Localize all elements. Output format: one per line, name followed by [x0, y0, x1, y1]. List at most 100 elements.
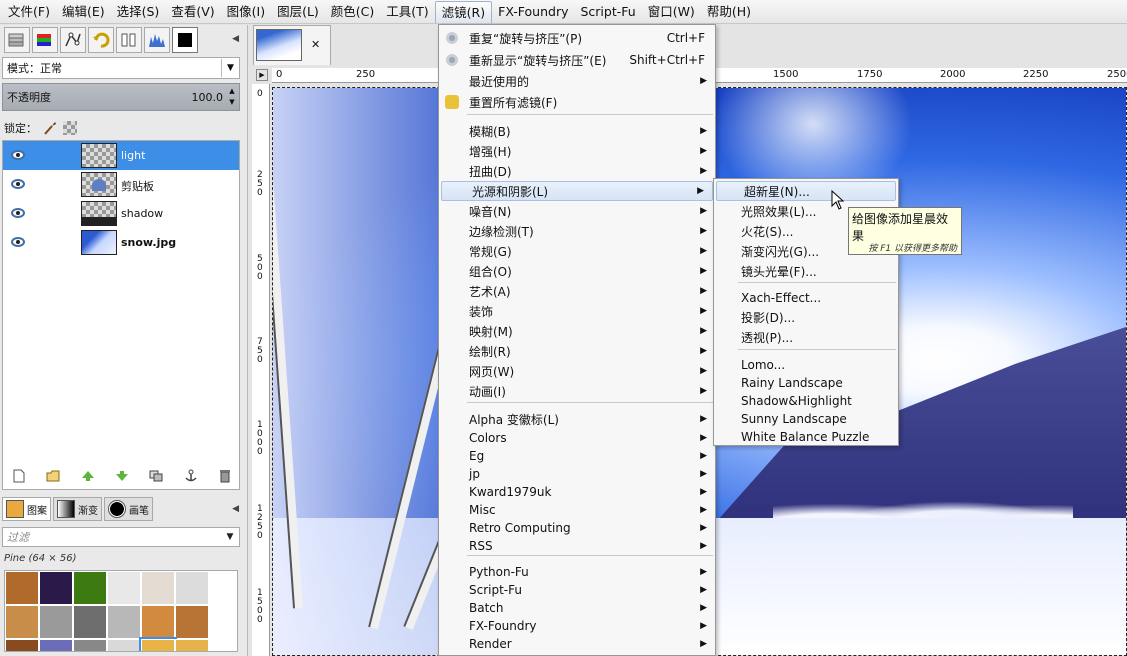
filters-menu-item[interactable]: 装饰 ▶ — [439, 301, 715, 321]
menu-select[interactable]: 选择(S) — [111, 1, 166, 23]
filters-menu-item[interactable]: 噪音(N) ▶ — [439, 201, 715, 221]
pattern-swatch[interactable] — [39, 605, 73, 639]
filters-menu-item[interactable]: 模糊(B) ▶ — [439, 121, 715, 141]
brush-icon[interactable] — [43, 121, 57, 135]
menu-fx-foundry[interactable]: FX-Foundry — [492, 1, 574, 23]
anchor-icon[interactable] — [184, 469, 198, 483]
quick-mask-icon[interactable]: ▶ — [256, 69, 268, 81]
layer-row[interactable]: snow.jpg — [3, 228, 239, 257]
submenu-item[interactable]: 镜头光晕(F)... — [714, 261, 898, 281]
menu-layer[interactable]: 图层(L) — [271, 1, 325, 23]
close-icon[interactable]: ✕ — [311, 38, 320, 51]
tool-options-tab-icon[interactable] — [116, 27, 142, 53]
image-tab[interactable]: ✕ — [253, 25, 331, 65]
filters-menu-item[interactable]: FX-Foundry ▶ — [439, 616, 715, 636]
filters-menu-item[interactable]: 组合(O) ▶ — [439, 261, 715, 281]
pattern-swatch[interactable] — [73, 639, 107, 651]
pattern-swatch[interactable] — [107, 639, 141, 651]
layer-row[interactable]: shadow — [3, 199, 239, 228]
menu-windows[interactable]: 窗口(W) — [642, 1, 701, 23]
histogram-tab-icon[interactable] — [144, 27, 170, 53]
tab-patterns[interactable]: 图案 — [2, 497, 51, 521]
pattern-swatch[interactable] — [107, 605, 141, 639]
filters-menu-item[interactable]: Kward1979uk ▶ — [439, 482, 715, 502]
eye-icon[interactable] — [11, 179, 25, 189]
eye-icon[interactable] — [11, 237, 25, 247]
filters-menu-item[interactable]: 映射(M) ▶ — [439, 321, 715, 341]
pattern-swatch[interactable] — [5, 571, 39, 605]
duplicate-layer-icon[interactable] — [149, 469, 163, 483]
filters-menu-item[interactable]: Retro Computing ▶ — [439, 518, 715, 538]
filters-menu-item[interactable]: 艺术(A) ▶ — [439, 281, 715, 301]
filters-menu-item[interactable]: 扭曲(D) ▶ — [439, 161, 715, 181]
filters-menu-item[interactable]: 重复“旋转与挤压”(P) Ctrl+F — [439, 28, 715, 48]
filters-menu-item[interactable]: 边缘检测(T) ▶ — [439, 221, 715, 241]
new-group-icon[interactable] — [46, 469, 60, 483]
colors-tab-icon[interactable] — [172, 27, 198, 53]
submenu-item[interactable]: White Balance Puzzle — [714, 427, 898, 447]
submenu-item[interactable]: Shadow&Highlight — [714, 391, 898, 411]
filters-menu-item[interactable]: Python-Fu ▶ — [439, 562, 715, 582]
menu-file[interactable]: 文件(F) — [2, 1, 56, 23]
tab-gradients[interactable]: 渐变 — [53, 497, 102, 521]
filters-menu-item[interactable]: Misc ▶ — [439, 500, 715, 520]
menu-image[interactable]: 图像(I) — [221, 1, 271, 23]
filters-menu-item[interactable]: Colors ▶ — [439, 428, 715, 448]
pattern-swatch[interactable] — [39, 639, 73, 651]
pattern-swatch[interactable] — [175, 571, 209, 605]
filters-menu-item[interactable]: Batch ▶ — [439, 598, 715, 618]
filters-menu-item[interactable]: Eg ▶ — [439, 446, 715, 466]
lock-alpha-icon[interactable] — [63, 121, 77, 135]
opacity-slider[interactable]: 不透明度 100.0 ▲ ▼ — [2, 83, 240, 111]
filters-menu-item[interactable]: 重置所有滤镜(F) — [439, 92, 715, 112]
layer-row[interactable]: 剪贴板 — [3, 170, 239, 199]
submenu-item[interactable]: Sunny Landscape — [714, 409, 898, 429]
pattern-swatch[interactable] — [39, 571, 73, 605]
menu-colors[interactable]: 颜色(C) — [325, 1, 380, 23]
submenu-item[interactable]: 投影(D)... — [714, 307, 898, 327]
layers-tab-icon[interactable] — [4, 27, 30, 53]
submenu-item[interactable]: Xach-Effect... — [714, 288, 898, 308]
filters-menu-item[interactable]: 绘制(R) ▶ — [439, 341, 715, 361]
dock-menu-icon[interactable]: ◀ — [232, 504, 239, 514]
raise-layer-icon[interactable] — [81, 469, 95, 483]
submenu-item[interactable]: Lomo... — [714, 355, 898, 375]
filters-menu-item[interactable]: 常规(G) ▶ — [439, 241, 715, 261]
menu-tools[interactable]: 工具(T) — [380, 1, 434, 23]
tab-brushes[interactable]: 画笔 — [104, 497, 153, 521]
submenu-item[interactable]: 超新星(N)... — [716, 181, 896, 201]
filters-menu-item[interactable]: Alpha 变徽标(L) ▶ — [439, 409, 715, 429]
filters-menu-item[interactable]: RSS ▶ — [439, 536, 715, 556]
filters-menu-item[interactable]: jp ▶ — [439, 464, 715, 484]
filters-menu-item[interactable]: 动画(I) ▶ — [439, 381, 715, 401]
new-layer-icon[interactable] — [12, 469, 26, 483]
filters-menu-item[interactable]: 网页(W) ▶ — [439, 361, 715, 381]
pattern-swatch[interactable] — [175, 605, 209, 639]
filters-menu-item[interactable]: 重新显示“旋转与挤压”(E) Shift+Ctrl+F — [439, 50, 715, 70]
channels-tab-icon[interactable] — [32, 27, 58, 53]
pattern-swatch[interactable] — [141, 571, 175, 605]
pattern-swatch[interactable] — [141, 605, 175, 639]
menu-help[interactable]: 帮助(H) — [701, 1, 757, 23]
pattern-swatch[interactable] — [73, 605, 107, 639]
filters-menu-item[interactable]: Script-Fu ▶ — [439, 580, 715, 600]
menu-view[interactable]: 查看(V) — [165, 1, 220, 23]
pattern-swatch[interactable] — [5, 639, 39, 651]
layer-row[interactable]: light — [3, 141, 239, 170]
submenu-item[interactable]: Rainy Landscape — [714, 373, 898, 393]
pattern-swatch[interactable] — [5, 605, 39, 639]
filters-menu-item[interactable]: Render ▶ — [439, 634, 715, 654]
delete-layer-icon[interactable] — [218, 469, 232, 483]
pattern-swatch[interactable] — [175, 639, 209, 651]
filters-menu-item[interactable]: 最近使用的 ▶ — [439, 71, 715, 91]
menu-script-fu[interactable]: Script-Fu — [574, 1, 641, 23]
pattern-swatch[interactable] — [73, 571, 107, 605]
menu-edit[interactable]: 编辑(E) — [56, 1, 111, 23]
eye-icon[interactable] — [11, 208, 25, 218]
filters-menu-item[interactable]: 光源和阴影(L) ▶ — [441, 181, 713, 201]
spin-arrows-icon[interactable]: ▲ ▼ — [227, 86, 237, 108]
paths-tab-icon[interactable] — [60, 27, 86, 53]
pattern-swatch[interactable] — [107, 571, 141, 605]
undo-history-tab-icon[interactable] — [88, 27, 114, 53]
pattern-filter-input[interactable]: 过滤 ▼ — [2, 527, 240, 547]
